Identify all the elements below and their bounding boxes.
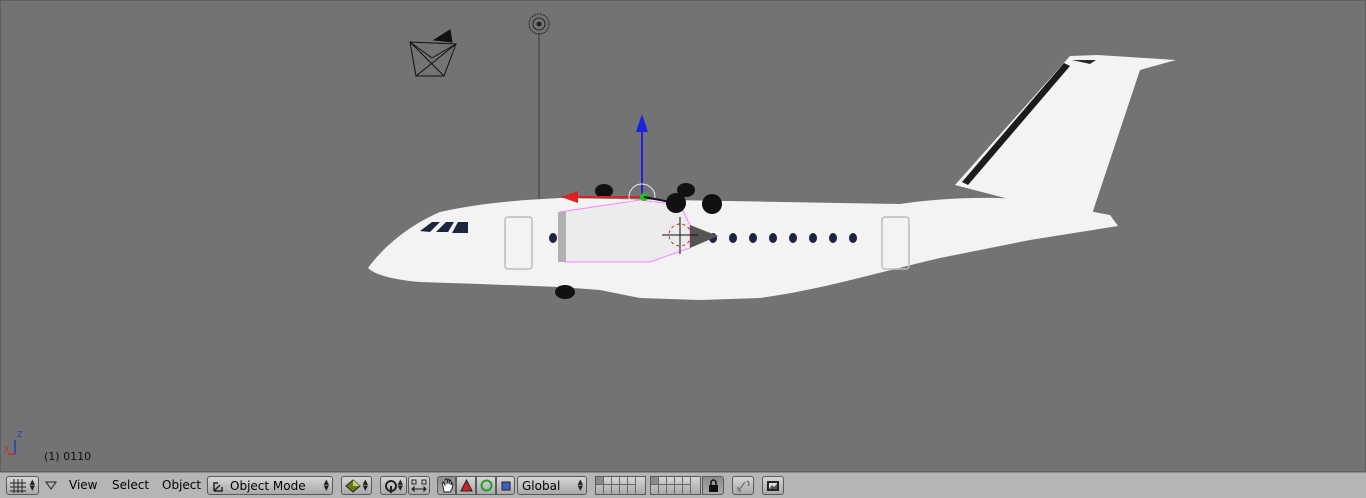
updown-icon: ▲ ▼ (397, 478, 403, 492)
frame-label: (1) 0110 (44, 450, 92, 463)
pivot-icon (385, 479, 397, 493)
link-icon (737, 479, 750, 492)
rotate-button[interactable] (476, 476, 496, 495)
layer-3[interactable] (612, 477, 620, 485)
pivot-select[interactable]: ▲ ▼ (380, 476, 407, 495)
shading-icon (345, 478, 361, 493)
layer-1[interactable] (596, 477, 604, 485)
draw-type-select[interactable]: ▲ ▼ (341, 476, 372, 495)
rotate-icon (480, 479, 493, 492)
layer-5[interactable] (628, 477, 636, 485)
menu-view[interactable]: View (69, 478, 97, 492)
layer-2[interactable] (604, 477, 612, 485)
axis-x-label: X (4, 445, 10, 454)
proportional-edit-button[interactable] (408, 476, 430, 495)
translate-button[interactable] (456, 476, 476, 495)
proportional-edit-icon (411, 479, 427, 492)
manipulator-toggle-button[interactable] (437, 476, 456, 495)
3d-viewport[interactable]: X Z (1) 0110 (0, 0, 1366, 472)
translate-icon (460, 479, 473, 492)
viewport-header: ▲ ▼ View Select Object Object Mode ▲ ▼ ▲ ▼ … (0, 472, 1366, 498)
layer-buttons-1[interactable] (595, 476, 646, 495)
updown-icon: ▲ ▼ (362, 478, 368, 492)
updown-icon: ▲ ▼ (323, 478, 329, 492)
transform-manipulator[interactable] (561, 114, 677, 211)
layer-11[interactable] (596, 485, 604, 494)
link-button[interactable] (732, 476, 754, 495)
grid-icon (10, 478, 26, 493)
menu-collapse-icon[interactable] (45, 481, 57, 490)
layer-10[interactable] (683, 477, 691, 485)
render-icon (767, 480, 779, 491)
editor-type-button[interactable]: ▲ ▼ (6, 476, 39, 495)
orientation-select-value: Global (522, 478, 561, 493)
layer-19[interactable] (675, 485, 683, 494)
layer-14[interactable] (620, 485, 628, 494)
layer-6[interactable] (651, 477, 659, 485)
airplane-mesh[interactable] (368, 55, 1176, 300)
layer-20[interactable] (683, 485, 691, 494)
menu-select[interactable]: Select (112, 478, 149, 492)
updown-icon: ▲ ▼ (29, 478, 35, 492)
lamp-object[interactable] (528, 13, 550, 35)
scale-button[interactable] (496, 476, 515, 495)
layer-15[interactable] (628, 485, 636, 494)
mode-select-value: Object Mode (230, 478, 306, 493)
orientation-select[interactable]: Global ▲ ▼ (517, 476, 587, 495)
layer-12[interactable] (604, 485, 612, 494)
axis-z-label: Z (17, 430, 23, 439)
hand-icon (441, 478, 454, 493)
render-button[interactable] (762, 476, 784, 495)
layer-17[interactable] (659, 485, 667, 494)
scene[interactable] (0, 0, 1366, 472)
updown-icon: ▲ ▼ (577, 478, 583, 492)
lock-layers-button[interactable] (702, 476, 724, 495)
layer-16[interactable] (651, 485, 659, 494)
mode-select[interactable]: Object Mode ▲ ▼ (207, 476, 333, 495)
layer-7[interactable] (659, 477, 667, 485)
layer-buttons-2[interactable] (650, 476, 701, 495)
lock-icon (709, 479, 718, 492)
menu-object[interactable]: Object (162, 478, 201, 492)
camera-object[interactable] (409, 29, 457, 77)
object-mode-icon (213, 481, 223, 492)
layer-8[interactable] (667, 477, 675, 485)
layer-9[interactable] (675, 477, 683, 485)
layer-13[interactable] (612, 485, 620, 494)
scale-icon (501, 481, 511, 491)
layer-18[interactable] (667, 485, 675, 494)
layer-4[interactable] (620, 477, 628, 485)
